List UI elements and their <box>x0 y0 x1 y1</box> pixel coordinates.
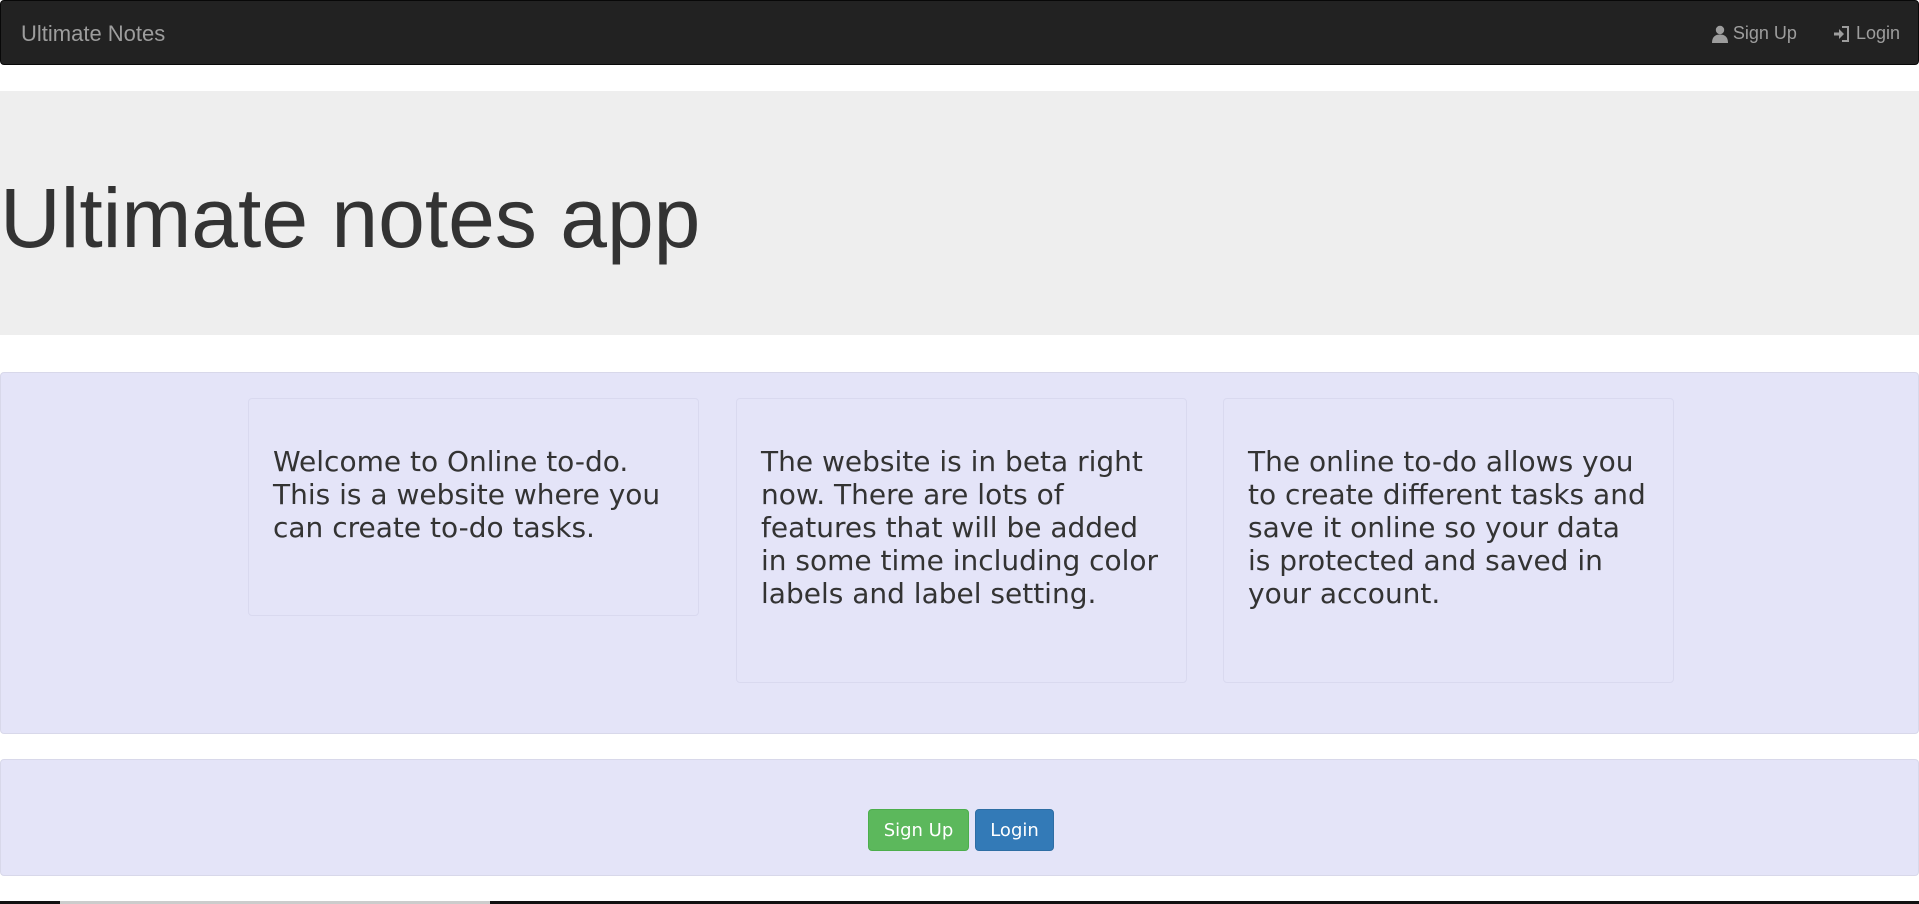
features-panel: Welcome to Online to-do. This is a websi… <box>0 372 1919 734</box>
nav-signup-label: Sign Up <box>1732 23 1797 43</box>
feature-card-welcome: Welcome to Online to-do. This is a websi… <box>248 398 699 616</box>
nav-login-link[interactable]: Login <box>1833 23 1900 44</box>
feature-text-welcome: Welcome to Online to-do. This is a websi… <box>273 445 661 544</box>
feature-text-about: The online to-do allows you to create di… <box>1248 445 1646 610</box>
nav-login-label: Login <box>1855 23 1900 43</box>
actions-panel: Sign Up Login <box>0 759 1919 876</box>
navbar-brand[interactable]: Ultimate Notes <box>21 1 165 66</box>
feature-card-about: The online to-do allows you to create di… <box>1223 398 1674 683</box>
log-in-icon <box>1833 25 1849 42</box>
navbar-right: Sign Up Login <box>1711 1 1900 66</box>
signup-button[interactable]: Sign Up <box>868 809 969 851</box>
nav-signup-link[interactable]: Sign Up <box>1711 23 1797 44</box>
top-navbar: Ultimate Notes Sign Up Login <box>0 0 1919 65</box>
page-title: Ultimate notes app <box>0 171 701 265</box>
feature-text-beta: The website is in beta right now. There … <box>761 445 1159 610</box>
login-button[interactable]: Login <box>975 809 1054 851</box>
user-icon <box>1711 25 1728 43</box>
feature-card-beta: The website is in beta right now. There … <box>736 398 1187 683</box>
